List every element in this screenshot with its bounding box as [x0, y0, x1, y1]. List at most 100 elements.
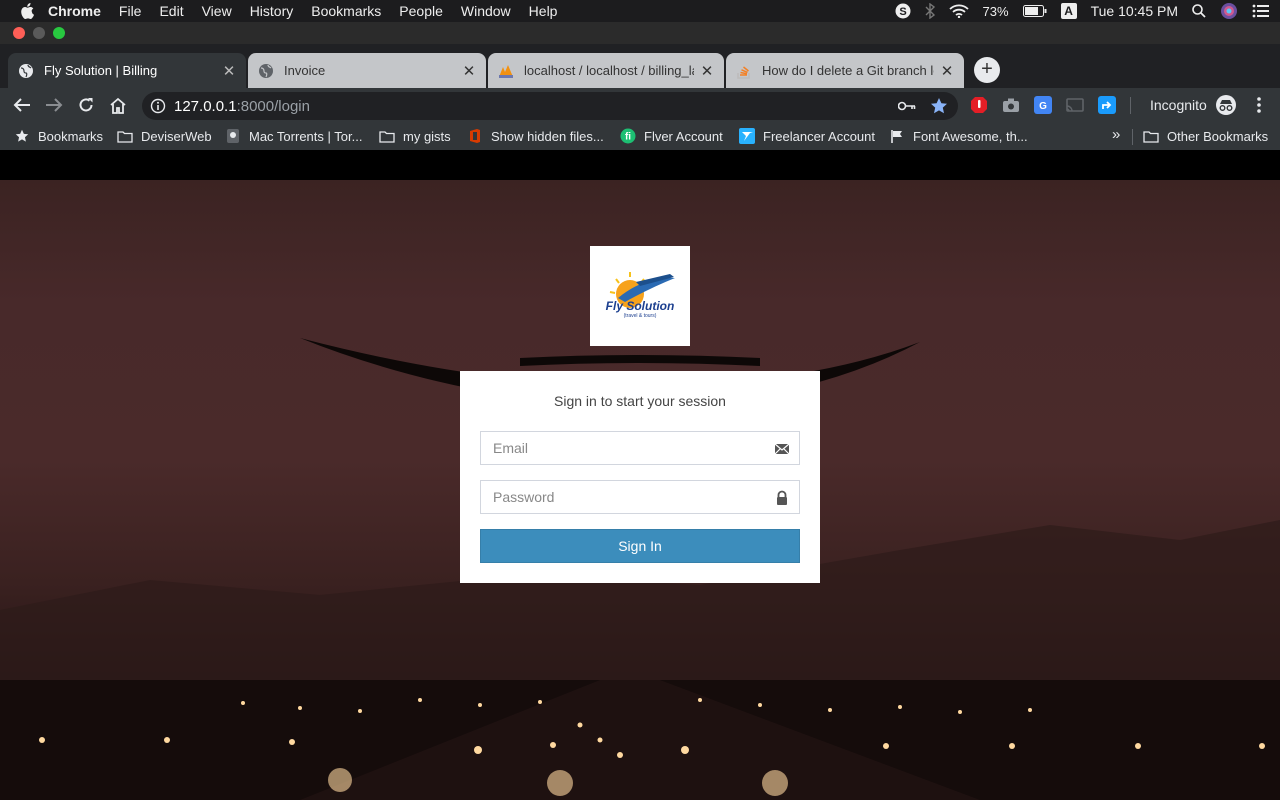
minimize-window-button[interactable]: [33, 27, 45, 39]
page-viewport: Fly Solution (travel & tours) Sign in to…: [0, 150, 1280, 800]
tab-stackoverflow[interactable]: How do I delete a Git branch lo ✕: [726, 53, 964, 88]
svg-text:fi: fi: [625, 132, 631, 143]
menu-history[interactable]: History: [250, 3, 294, 19]
macos-menu-bar: Chrome File Edit View History Bookmarks …: [0, 0, 1280, 22]
bookmark-freelancer-account[interactable]: Freelancer Account: [739, 128, 875, 144]
bookmark-label: Freelancer Account: [763, 128, 876, 144]
bookmark-deviserweb[interactable]: DeviserWeb: [117, 128, 212, 144]
new-tab-button[interactable]: +: [974, 57, 1000, 83]
bookmark-label: Other Bookmarks: [1167, 128, 1269, 144]
url-text[interactable]: 127.0.0.1:8000/login: [174, 98, 310, 115]
battery-icon[interactable]: [1022, 5, 1047, 17]
chrome-menu-icon[interactable]: [1250, 96, 1268, 114]
svg-text:G: G: [1039, 101, 1047, 112]
url-path: :8000/login: [236, 98, 310, 115]
logo-subtext: (travel & tours): [624, 313, 657, 319]
menu-app-chrome[interactable]: Chrome: [48, 3, 101, 19]
tab-phpmyadmin[interactable]: localhost / localhost / billing_la ✕: [488, 53, 724, 88]
bookmark-fiverr-account[interactable]: fi Flver Account: [620, 128, 723, 144]
clock[interactable]: Tue 10:45 PM: [1091, 3, 1178, 19]
bookmark-font-awesome[interactable]: Font Awesome, th...: [889, 128, 1028, 144]
bookmark-bookmarks[interactable]: Bookmarks: [14, 128, 103, 144]
close-tab-icon[interactable]: ✕: [462, 62, 476, 80]
bookmark-label: Bookmarks: [38, 128, 104, 144]
input-source-icon[interactable]: A: [1060, 3, 1077, 19]
folder-icon: [117, 128, 133, 144]
key-icon[interactable]: [898, 97, 916, 115]
camera-extension-icon[interactable]: [1002, 96, 1020, 114]
siri-icon[interactable]: [1220, 2, 1238, 20]
tab-title: Invoice: [284, 63, 326, 78]
address-bar[interactable]: 127.0.0.1:8000/login: [142, 92, 958, 120]
sign-in-button[interactable]: Sign In: [480, 529, 800, 563]
bookmark-other-bookmarks[interactable]: Other Bookmarks: [1143, 128, 1268, 144]
envelope-icon: [774, 441, 790, 457]
google-translate-icon[interactable]: G: [1034, 96, 1052, 114]
menu-people[interactable]: People: [399, 3, 443, 19]
menu-window[interactable]: Window: [461, 3, 511, 19]
home-icon[interactable]: [108, 95, 128, 115]
site-icon: [225, 128, 241, 144]
bookmarks-bar: Bookmarks DeviserWeb Mac Torrents | Tor.…: [0, 123, 1280, 150]
battery-percentage: 73%: [982, 3, 1009, 19]
tab-title: How do I delete a Git branch lo: [762, 63, 934, 78]
apple-logo-icon[interactable]: [20, 3, 34, 19]
close-window-button[interactable]: [13, 27, 25, 39]
skype-icon[interactable]: S: [895, 3, 911, 19]
adblock-extension-icon[interactable]: [970, 96, 988, 114]
phpmyadmin-icon: [498, 63, 514, 79]
spotlight-search-icon[interactable]: [1192, 4, 1206, 18]
tab-title: localhost / localhost / billing_la: [524, 63, 694, 78]
forward-arrow-icon[interactable]: [44, 95, 64, 115]
menu-view[interactable]: View: [202, 3, 232, 19]
bluetooth-icon[interactable]: [925, 3, 935, 19]
bookmarks-overflow-chevron[interactable]: »: [1112, 126, 1120, 143]
stackoverflow-icon: [736, 63, 752, 79]
toolbar-divider: [1130, 97, 1131, 114]
incognito-label[interactable]: Incognito: [1150, 97, 1207, 113]
browser-toolbar: 127.0.0.1:8000/login G Incognito: [0, 88, 1280, 123]
globe-icon: [258, 63, 274, 79]
company-logo: Fly Solution (travel & tours): [590, 246, 690, 346]
site-info-icon[interactable]: [150, 98, 166, 114]
bookmark-show-hidden-files[interactable]: Show hidden files...: [467, 128, 604, 144]
close-tab-icon[interactable]: ✕: [940, 62, 954, 80]
close-tab-icon[interactable]: ✕: [700, 62, 714, 80]
cast-icon[interactable]: [1066, 96, 1084, 114]
menu-edit[interactable]: Edit: [159, 3, 183, 19]
bookmark-label: Font Awesome, th...: [913, 128, 1028, 144]
zoom-window-button[interactable]: [53, 27, 65, 39]
email-field: [480, 431, 800, 465]
folder-icon: [1143, 128, 1159, 144]
tab-fly-solution-billing[interactable]: Fly Solution | Billing ✕: [8, 53, 246, 88]
incognito-icon[interactable]: [1216, 95, 1236, 115]
bookmark-label: DeviserWeb: [141, 128, 212, 144]
bookmark-label: my gists: [403, 128, 451, 144]
menu-bookmarks[interactable]: Bookmarks: [311, 3, 381, 19]
svg-text:S: S: [899, 6, 906, 18]
password-input[interactable]: [481, 481, 799, 513]
email-input[interactable]: [481, 432, 799, 464]
bookmark-label: Mac Torrents | Tor...: [249, 128, 363, 144]
tab-title: Fly Solution | Billing: [44, 63, 158, 78]
menu-help[interactable]: Help: [529, 3, 558, 19]
close-tab-icon[interactable]: ✕: [222, 62, 236, 80]
bookmark-star-icon[interactable]: [930, 97, 948, 115]
bookmark-label: Show hidden files...: [491, 128, 604, 144]
menu-file[interactable]: File: [119, 3, 142, 19]
login-box-message: Sign in to start your session: [554, 393, 726, 409]
password-field: [480, 480, 800, 514]
reload-icon[interactable]: [76, 95, 96, 115]
notification-center-icon[interactable]: [1252, 4, 1270, 18]
back-arrow-icon[interactable]: [12, 95, 32, 115]
bookmark-mac-torrents[interactable]: Mac Torrents | Tor...: [225, 128, 362, 144]
folder-icon: [379, 128, 395, 144]
login-box: Sign in to start your session Sign In: [460, 371, 820, 583]
share-extension-icon[interactable]: [1098, 96, 1116, 114]
tab-invoice[interactable]: Invoice ✕: [248, 53, 486, 88]
logo-text: Fly Solution: [606, 299, 675, 313]
bookmark-my-gists[interactable]: my gists: [379, 128, 451, 144]
fiverr-icon: fi: [620, 128, 636, 144]
lock-icon: [774, 490, 790, 506]
wifi-icon[interactable]: [948, 4, 969, 18]
